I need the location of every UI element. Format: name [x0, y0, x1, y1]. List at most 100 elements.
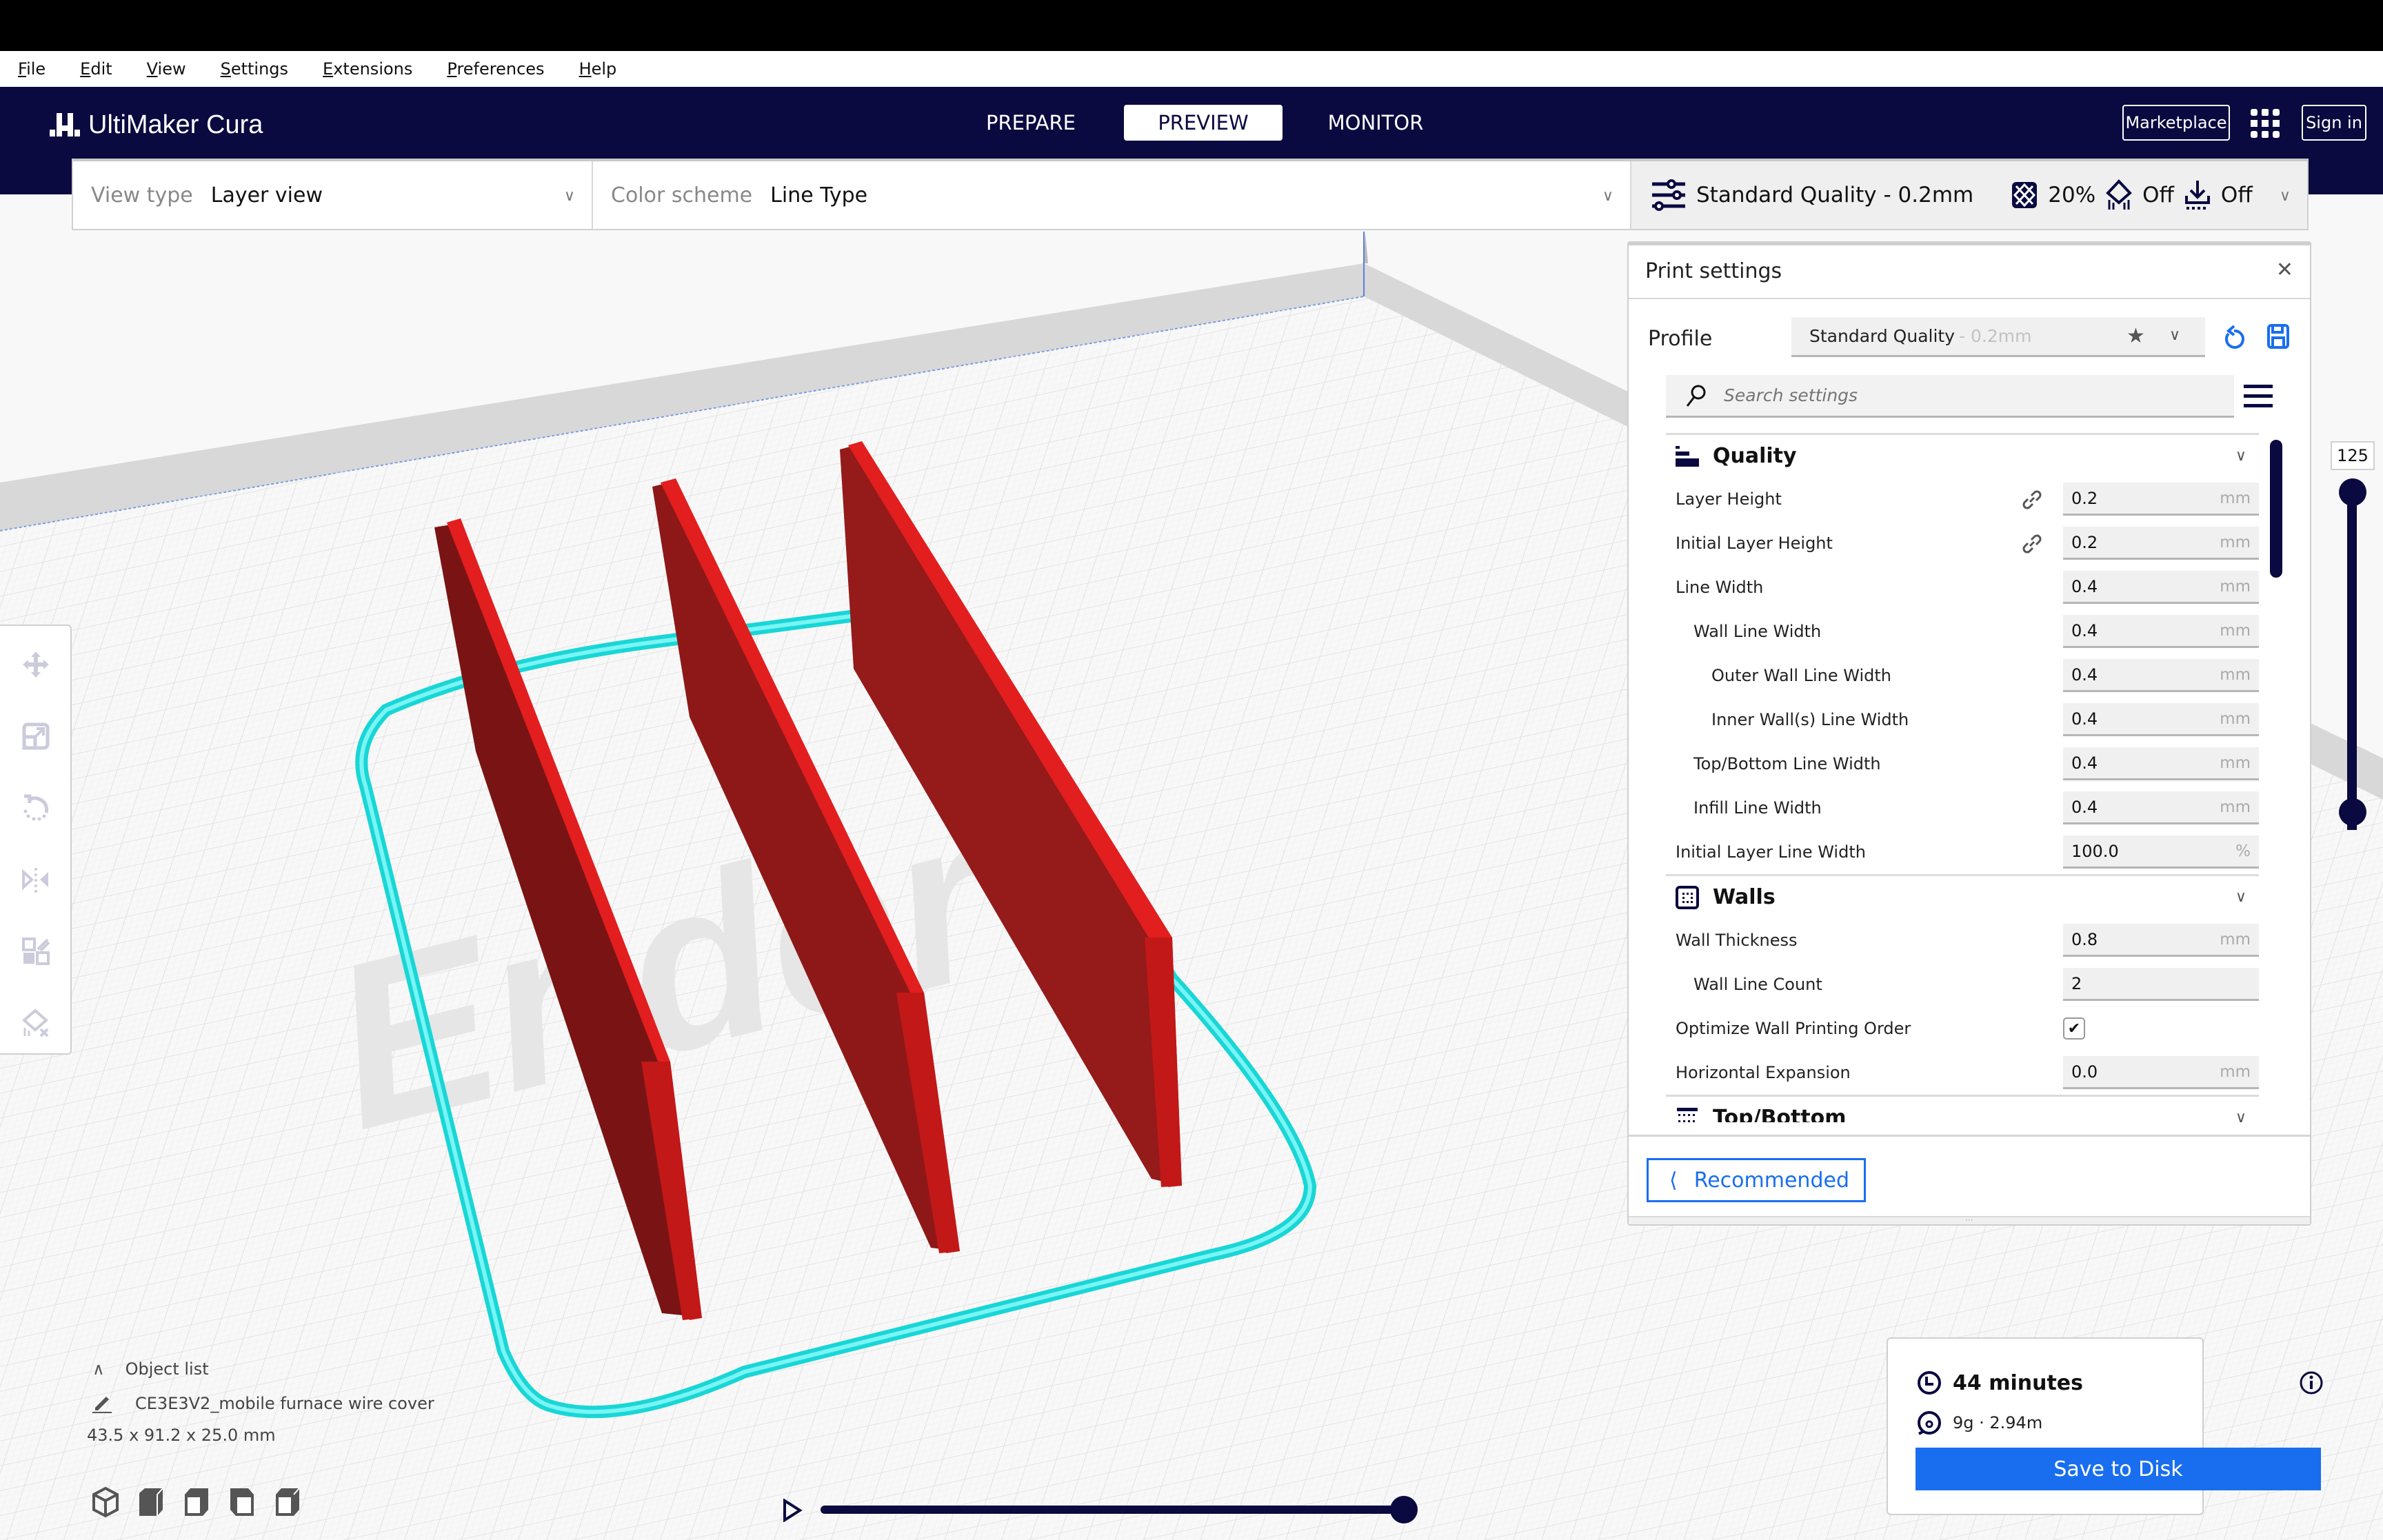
view-type-dropdown[interactable]: View type Layer view ∨ — [73, 161, 593, 229]
tool-sidebar — [0, 625, 72, 1055]
close-icon[interactable]: ✕ — [2276, 258, 2293, 282]
marketplace-button[interactable]: Marketplace — [2122, 105, 2230, 141]
optimize-wall-order-checkbox[interactable]: ✔ — [2063, 1017, 2085, 1040]
divider — [1629, 1135, 2310, 1137]
setting-label: Outer Wall Line Width — [1711, 666, 1892, 685]
top-bottom-line-width-field[interactable]: 0.4 mm — [2063, 747, 2259, 780]
checkmark-icon: ✔ — [2067, 1020, 2081, 1037]
link-icon[interactable] — [2020, 532, 2044, 556]
mirror-tool[interactable] — [18, 862, 54, 898]
tab-preview[interactable]: PREVIEW — [1124, 105, 1283, 141]
setting-row: Inner Wall(s) Line Width 0.4 mm — [1666, 698, 2259, 742]
move-tool[interactable] — [18, 647, 54, 682]
camera-view-buttons — [91, 1486, 319, 1518]
panel-resize-handle[interactable]: ··· — [1629, 1216, 2310, 1224]
top-bottom-icon — [1677, 1107, 1698, 1122]
color-scheme-dropdown[interactable]: Color scheme Line Type ∨ — [593, 161, 1631, 229]
scale-tool[interactable] — [18, 718, 54, 754]
settings-scrollbar[interactable] — [2270, 440, 2282, 578]
simulation-track[interactable] — [821, 1506, 1407, 1514]
ultimaker-logo-icon — [50, 113, 80, 136]
menu-file[interactable]: File — [18, 59, 46, 79]
setting-row: Horizontal Expansion 0.0 mm — [1666, 1051, 2259, 1095]
support-blocker-tool[interactable] — [18, 1005, 54, 1041]
link-icon[interactable] — [2020, 488, 2044, 511]
quality-icon — [1676, 445, 1699, 467]
quality-summary: Standard Quality - 0.2mm — [1696, 183, 1974, 207]
save-profile-icon[interactable] — [2267, 324, 2289, 349]
wall-line-width-field[interactable]: 0.4 mm — [2063, 615, 2259, 648]
menu-settings[interactable]: Settings — [221, 59, 288, 79]
view-left-button[interactable] — [228, 1486, 259, 1518]
layer-slider-upper-handle[interactable] — [2339, 478, 2366, 506]
search-settings-field[interactable] — [1666, 375, 2234, 418]
category-walls[interactable]: Walls ∨ — [1666, 874, 2259, 918]
initial-layer-line-width-field[interactable]: 100.0% — [2063, 835, 2259, 869]
menu-edit[interactable]: Edit — [80, 59, 112, 79]
layer-height-field[interactable]: 0.2 mm — [2063, 483, 2259, 516]
menu-help[interactable]: Help — [579, 59, 617, 79]
setting-value: 2 — [2071, 973, 2082, 993]
object-list-item[interactable]: CE3E3V2_mobile furnace wire cover — [92, 1394, 434, 1413]
material-usage: 9g · 2.94m — [1917, 1410, 2042, 1435]
print-settings-panel: Print settings ✕ Profile Standard Qualit… — [1627, 241, 2311, 1226]
apps-grid-icon[interactable] — [2249, 108, 2281, 139]
print-setup-selector[interactable]: Standard Quality - 0.2mm 20% Off Off ∨ — [1631, 161, 2307, 229]
layer-slider-track[interactable] — [2347, 492, 2357, 830]
initial-layer-height-field[interactable]: 0.2 mm — [2063, 527, 2259, 560]
setting-row: Initial Layer Line Width 100.0% — [1666, 830, 2259, 874]
wall-thickness-field[interactable]: 0.8 mm — [2063, 924, 2259, 957]
layer-number-badge[interactable]: 125 — [2331, 441, 2375, 470]
view-right-button[interactable] — [273, 1486, 305, 1518]
menu-view[interactable]: View — [147, 59, 186, 79]
outer-wall-line-width-field[interactable]: 0.4 mm — [2063, 659, 2259, 692]
horizontal-expansion-field[interactable]: 0.0 mm — [2063, 1056, 2259, 1089]
sign-in-button[interactable]: Sign in — [2302, 105, 2366, 141]
setting-unit: mm — [2220, 798, 2251, 816]
line-width-field[interactable]: 0.4 mm — [2063, 571, 2259, 604]
reset-profile-icon[interactable] — [2223, 324, 2245, 352]
object-name: CE3E3V2_mobile furnace wire cover — [135, 1394, 434, 1413]
object-list-toggle[interactable]: ∧ Object list — [92, 1359, 434, 1379]
setting-unit: % — [2235, 842, 2251, 860]
menu-preferences[interactable]: Preferences — [447, 59, 544, 79]
per-model-settings-icon — [22, 938, 50, 965]
info-icon[interactable] — [2299, 1370, 2324, 1395]
view-3d-button[interactable] — [91, 1486, 123, 1518]
star-icon[interactable]: ★ — [2126, 324, 2145, 348]
category-top-bottom[interactable]: Top/Bottom ∨ — [1666, 1095, 2259, 1122]
wall-line-count-field[interactable]: 2 — [2063, 968, 2259, 1001]
search-input[interactable] — [1724, 385, 2206, 405]
layer-slider[interactable]: 125 — [2331, 441, 2375, 1089]
simulation-handle[interactable] — [1390, 1496, 1418, 1523]
setting-value: 0.4 — [2071, 620, 2098, 640]
infill-line-width-field[interactable]: 0.4 mm — [2063, 791, 2259, 824]
per-model-settings-tool[interactable] — [18, 933, 54, 969]
category-quality[interactable]: Quality ∨ — [1666, 433, 2259, 477]
spool-icon — [1918, 1411, 1941, 1435]
stage-tabs: PREPARE PREVIEW MONITOR — [952, 105, 1469, 141]
tab-monitor[interactable]: MONITOR — [1296, 105, 1455, 141]
setting-row: Line Width 0.4 mm — [1666, 565, 2259, 609]
view-front-button[interactable] — [137, 1486, 168, 1518]
tab-prepare[interactable]: PREPARE — [952, 105, 1110, 141]
play-icon[interactable] — [782, 1499, 803, 1522]
pencil-icon — [92, 1397, 112, 1413]
setting-value: 0.4 — [2071, 797, 2098, 817]
recommended-button[interactable]: ⟨ Recommended — [1647, 1158, 1866, 1202]
cube-left-icon — [230, 1488, 254, 1516]
layer-slider-lower-handle[interactable] — [2339, 798, 2366, 826]
setting-row: Optimize Wall Printing Order ✔ — [1666, 1006, 2259, 1051]
rotate-tool[interactable] — [18, 790, 54, 826]
setting-unit: mm — [2220, 621, 2251, 640]
view-type-label: View type — [91, 183, 193, 207]
settings-visibility-menu-icon[interactable] — [2244, 382, 2273, 409]
setting-row: Top/Bottom Line Width 0.4 mm — [1666, 742, 2259, 786]
profile-dropdown[interactable]: Standard Quality - 0.2mm ★ ∨ — [1791, 317, 2205, 357]
inner-wall-line-width-field[interactable]: 0.4 mm — [2063, 703, 2259, 736]
menu-extensions[interactable]: Extensions — [323, 59, 412, 79]
view-top-button[interactable] — [182, 1486, 214, 1518]
setting-row: Wall Line Width 0.4 mm — [1666, 609, 2259, 654]
setting-label: Initial Layer Line Width — [1676, 842, 1866, 862]
save-to-disk-button[interactable]: Save to Disk — [1916, 1448, 2321, 1490]
